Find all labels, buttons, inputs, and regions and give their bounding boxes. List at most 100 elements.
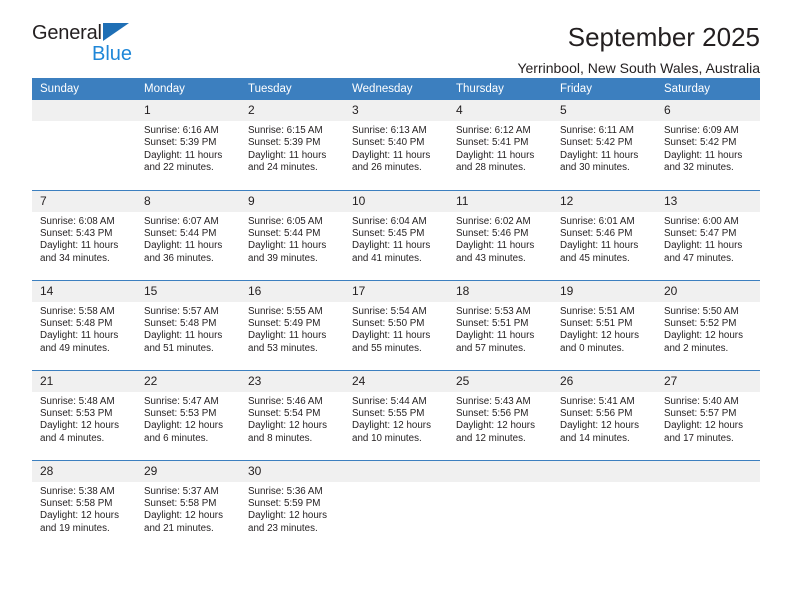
- day-cell[interactable]: 23 Sunrise: 5:46 AM Sunset: 5:54 PM Dayl…: [240, 369, 344, 460]
- day-cell[interactable]: 25 Sunrise: 5:43 AM Sunset: 5:56 PM Dayl…: [448, 369, 552, 460]
- day-details: Sunrise: 5:40 AM Sunset: 5:57 PM Dayligh…: [656, 392, 760, 446]
- daylight-text-line1: Daylight: 11 hours: [352, 240, 431, 252]
- day-number: 7: [32, 190, 136, 212]
- day-cell[interactable]: 29 Sunrise: 5:37 AM Sunset: 5:58 PM Dayl…: [136, 459, 240, 550]
- sunrise-text: Sunrise: 5:36 AM: [248, 485, 323, 497]
- day-cell[interactable]: 1 Sunrise: 6:16 AM Sunset: 5:39 PM Dayli…: [136, 100, 240, 190]
- day-cell[interactable]: 9 Sunrise: 6:05 AM Sunset: 5:44 PM Dayli…: [240, 189, 344, 280]
- day-details: Sunrise: 5:47 AM Sunset: 5:53 PM Dayligh…: [136, 392, 240, 446]
- sunset-text: Sunset: 5:59 PM: [248, 497, 321, 509]
- sunrise-text: Sunrise: 6:12 AM: [456, 125, 531, 136]
- day-cell[interactable]: 18 Sunrise: 5:53 AM Sunset: 5:51 PM Dayl…: [448, 279, 552, 370]
- day-details: Sunrise: 6:05 AM Sunset: 5:44 PM Dayligh…: [240, 212, 344, 266]
- daylight-text-line1: Daylight: 12 hours: [144, 510, 223, 522]
- sunset-text: Sunset: 5:42 PM: [560, 137, 633, 149]
- sunset-text: Sunset: 5:51 PM: [560, 317, 633, 329]
- day-number: 9: [240, 190, 344, 212]
- sunrise-text: Sunrise: 6:11 AM: [560, 125, 634, 136]
- sunrise-text: Sunrise: 5:48 AM: [40, 395, 115, 407]
- day-number: 23: [240, 370, 344, 392]
- day-cell[interactable]: 11 Sunrise: 6:02 AM Sunset: 5:46 PM Dayl…: [448, 189, 552, 280]
- day-cell[interactable]: 8 Sunrise: 6:07 AM Sunset: 5:44 PM Dayli…: [136, 189, 240, 280]
- sunset-text: Sunset: 5:39 PM: [144, 137, 217, 149]
- sunrise-text: Sunrise: 5:38 AM: [40, 485, 115, 497]
- calendar-header-row: Sunday Monday Tuesday Wednesday Thursday…: [32, 78, 760, 100]
- day-cell[interactable]: 28 Sunrise: 5:38 AM Sunset: 5:58 PM Dayl…: [32, 459, 136, 550]
- day-cell[interactable]: 10 Sunrise: 6:04 AM Sunset: 5:45 PM Dayl…: [344, 189, 448, 280]
- daylight-text-line1: Daylight: 11 hours: [40, 330, 119, 342]
- sunrise-text: Sunrise: 5:37 AM: [144, 485, 219, 497]
- day-cell[interactable]: 26 Sunrise: 5:41 AM Sunset: 5:56 PM Dayl…: [552, 369, 656, 460]
- day-details: Sunrise: 5:43 AM Sunset: 5:56 PM Dayligh…: [448, 392, 552, 446]
- sunset-text: Sunset: 5:49 PM: [248, 317, 321, 329]
- sunset-text: Sunset: 5:48 PM: [40, 317, 113, 329]
- daylight-text-line1: Daylight: 11 hours: [248, 240, 327, 252]
- sunset-text: Sunset: 5:50 PM: [352, 317, 425, 329]
- day-cell[interactable]: 17 Sunrise: 5:54 AM Sunset: 5:50 PM Dayl…: [344, 279, 448, 370]
- day-details: Sunrise: 5:58 AM Sunset: 5:48 PM Dayligh…: [32, 302, 136, 356]
- day-details: Sunrise: 5:44 AM Sunset: 5:55 PM Dayligh…: [344, 392, 448, 446]
- sunset-text: Sunset: 5:58 PM: [40, 497, 113, 509]
- logo-text-blue: Blue: [92, 43, 133, 65]
- day-cell[interactable]: 16 Sunrise: 5:55 AM Sunset: 5:49 PM Dayl…: [240, 279, 344, 370]
- sunset-text: Sunset: 5:40 PM: [352, 137, 425, 149]
- day-number: 11: [448, 190, 552, 212]
- day-cell[interactable]: 13 Sunrise: 6:00 AM Sunset: 5:47 PM Dayl…: [656, 189, 760, 280]
- day-cell[interactable]: 3 Sunrise: 6:13 AM Sunset: 5:40 PM Dayli…: [344, 100, 448, 190]
- daylight-text-line2: and 14 minutes.: [560, 432, 630, 444]
- day-cell[interactable]: 30 Sunrise: 5:36 AM Sunset: 5:59 PM Dayl…: [240, 459, 344, 550]
- day-number: 30: [240, 460, 344, 482]
- day-cell[interactable]: [32, 100, 136, 190]
- day-cell[interactable]: 21 Sunrise: 5:48 AM Sunset: 5:53 PM Dayl…: [32, 369, 136, 460]
- daylight-text-line1: Daylight: 11 hours: [144, 149, 223, 161]
- sunset-text: Sunset: 5:45 PM: [352, 227, 425, 239]
- day-cell[interactable]: 2 Sunrise: 6:15 AM Sunset: 5:39 PM Dayli…: [240, 100, 344, 190]
- day-cell[interactable]: [656, 459, 760, 550]
- day-number: 13: [656, 190, 760, 212]
- day-cell[interactable]: 6 Sunrise: 6:09 AM Sunset: 5:42 PM Dayli…: [656, 100, 760, 190]
- day-cell[interactable]: [344, 459, 448, 550]
- day-cell[interactable]: [552, 459, 656, 550]
- sunrise-text: Sunrise: 5:50 AM: [664, 305, 739, 317]
- daylight-text-line1: Daylight: 11 hours: [456, 330, 535, 342]
- sunrise-text: Sunrise: 5:54 AM: [352, 305, 427, 317]
- day-cell[interactable]: 14 Sunrise: 5:58 AM Sunset: 5:48 PM Dayl…: [32, 279, 136, 370]
- page-subtitle: Yerrinbool, New South Wales, Australia: [517, 60, 760, 76]
- day-cell[interactable]: 5 Sunrise: 6:11 AM Sunset: 5:42 PM Dayli…: [552, 100, 656, 190]
- daylight-text-line1: Daylight: 11 hours: [456, 149, 535, 161]
- general-blue-logo[interactable]: General Blue: [32, 22, 162, 72]
- daylight-text-line2: and 4 minutes.: [40, 432, 105, 444]
- sunrise-text: Sunrise: 6:08 AM: [40, 215, 115, 227]
- day-cell[interactable]: 22 Sunrise: 5:47 AM Sunset: 5:53 PM Dayl…: [136, 369, 240, 460]
- column-header-thursday: Thursday: [448, 78, 552, 100]
- day-number: [552, 460, 656, 482]
- calendar-page: General Blue September 2025 Yerrinbool, …: [0, 0, 792, 612]
- day-cell[interactable]: 27 Sunrise: 5:40 AM Sunset: 5:57 PM Dayl…: [656, 369, 760, 460]
- day-number: 20: [656, 280, 760, 302]
- day-cell[interactable]: 19 Sunrise: 5:51 AM Sunset: 5:51 PM Dayl…: [552, 279, 656, 370]
- day-cell[interactable]: 24 Sunrise: 5:44 AM Sunset: 5:55 PM Dayl…: [344, 369, 448, 460]
- daylight-text-line2: and 22 minutes.: [144, 162, 214, 174]
- day-number: 5: [552, 100, 656, 121]
- day-details: Sunrise: 5:55 AM Sunset: 5:49 PM Dayligh…: [240, 302, 344, 356]
- daylight-text-line2: and 17 minutes.: [664, 432, 734, 444]
- daylight-text-line1: Daylight: 12 hours: [456, 420, 535, 432]
- day-details: Sunrise: 6:00 AM Sunset: 5:47 PM Dayligh…: [656, 212, 760, 266]
- sunset-text: Sunset: 5:57 PM: [664, 407, 737, 419]
- calendar-body: 1 Sunrise: 6:16 AM Sunset: 5:39 PM Dayli…: [32, 100, 760, 550]
- day-cell[interactable]: 4 Sunrise: 6:12 AM Sunset: 5:41 PM Dayli…: [448, 100, 552, 190]
- daylight-text-line1: Daylight: 11 hours: [456, 240, 535, 252]
- sunset-text: Sunset: 5:43 PM: [40, 227, 113, 239]
- day-cell[interactable]: 20 Sunrise: 5:50 AM Sunset: 5:52 PM Dayl…: [656, 279, 760, 370]
- day-number: 2: [240, 100, 344, 121]
- day-number: 22: [136, 370, 240, 392]
- daylight-text-line2: and 43 minutes.: [456, 252, 526, 264]
- daylight-text-line1: Daylight: 11 hours: [248, 330, 327, 342]
- day-cell[interactable]: 12 Sunrise: 6:01 AM Sunset: 5:46 PM Dayl…: [552, 189, 656, 280]
- day-details: Sunrise: 5:54 AM Sunset: 5:50 PM Dayligh…: [344, 302, 448, 356]
- day-cell[interactable]: 15 Sunrise: 5:57 AM Sunset: 5:48 PM Dayl…: [136, 279, 240, 370]
- day-cell[interactable]: 7 Sunrise: 6:08 AM Sunset: 5:43 PM Dayli…: [32, 189, 136, 280]
- day-cell[interactable]: [448, 459, 552, 550]
- sunrise-text: Sunrise: 5:41 AM: [560, 395, 635, 407]
- day-details: Sunrise: 5:48 AM Sunset: 5:53 PM Dayligh…: [32, 392, 136, 446]
